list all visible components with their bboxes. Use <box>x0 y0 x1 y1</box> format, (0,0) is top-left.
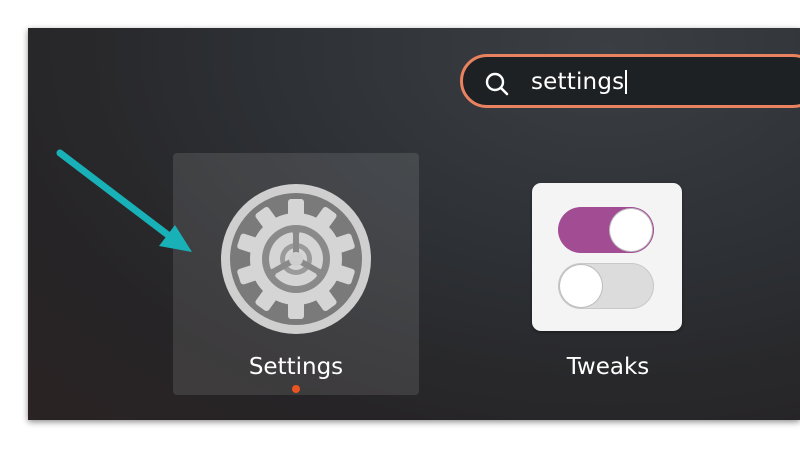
app-label-tweaks: Tweaks <box>566 354 650 380</box>
app-label-settings: Settings <box>248 354 344 380</box>
text-caret <box>625 69 628 94</box>
app-grid-overview: settings Settings Tweaks <box>28 28 800 420</box>
app-tile-tweaks[interactable]: Tweaks <box>485 153 731 395</box>
search-query-text: settings <box>531 67 628 97</box>
search-input[interactable]: settings <box>460 54 800 108</box>
toggle-knob <box>610 209 652 251</box>
running-indicator <box>292 385 300 393</box>
app-tile-settings[interactable]: Settings <box>173 153 419 395</box>
search-icon <box>485 72 509 96</box>
toggle-knob <box>560 265 602 307</box>
toggle-off-graphic <box>558 263 654 309</box>
tweaks-toggle-icon <box>532 183 682 331</box>
toggle-on-graphic <box>558 207 654 253</box>
settings-gear-icon <box>221 184 371 334</box>
